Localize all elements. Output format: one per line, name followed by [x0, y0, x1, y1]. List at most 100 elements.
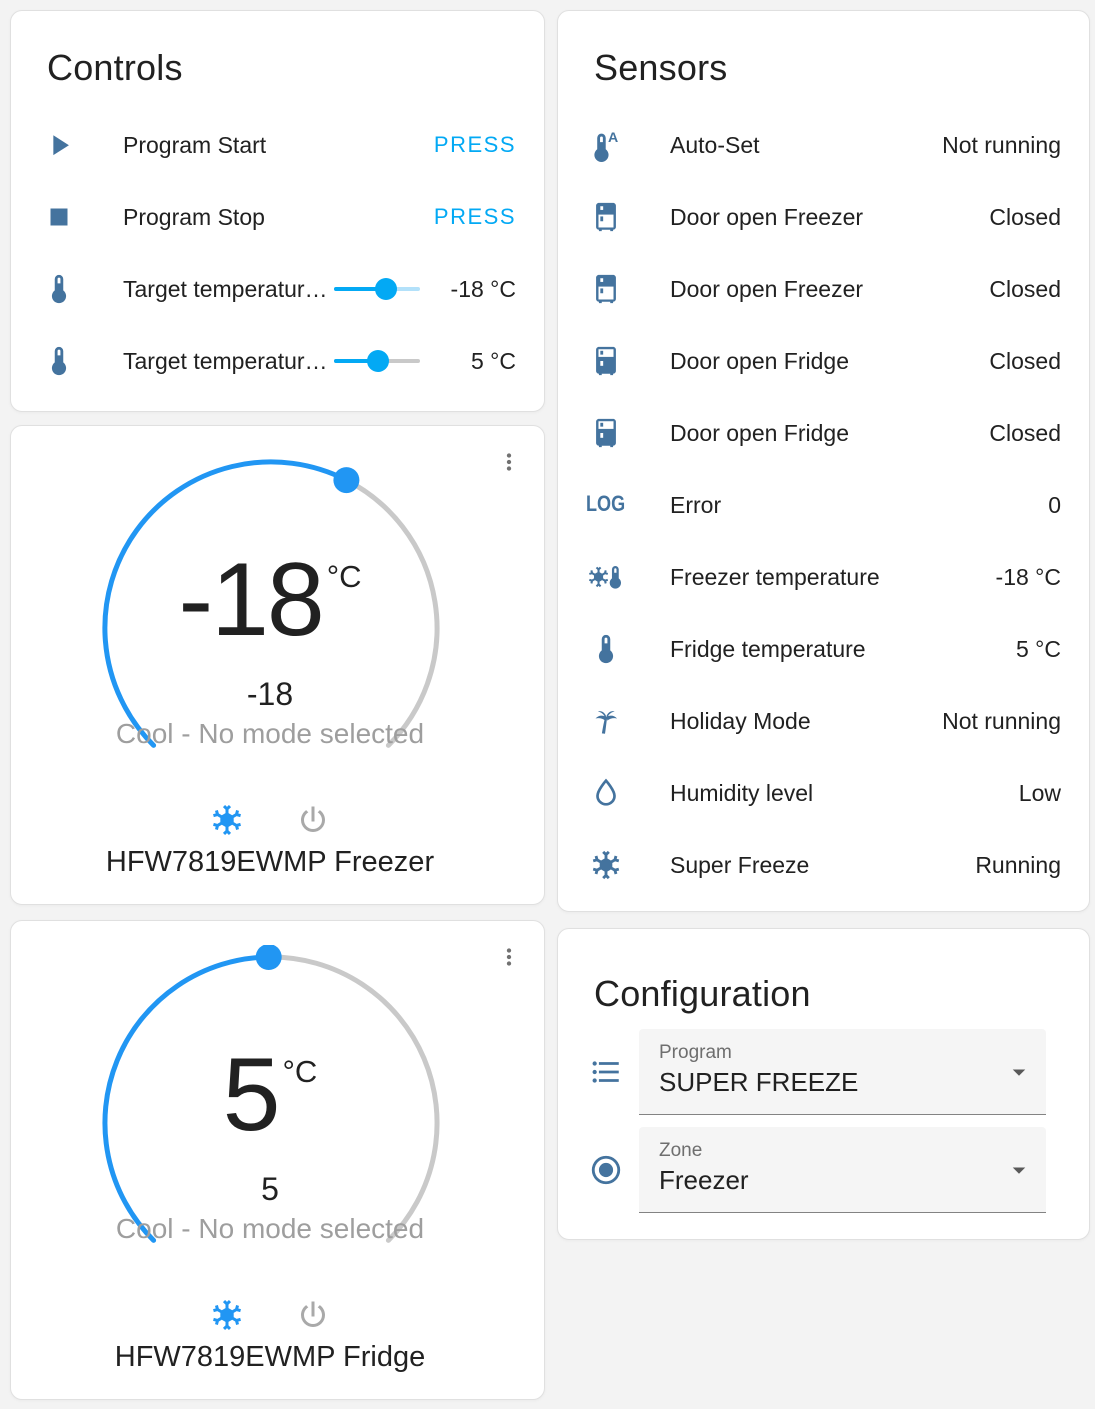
- thermometer-icon: [39, 272, 79, 306]
- current-temperature: -18: [178, 542, 324, 658]
- fridge-top-icon: [586, 200, 626, 234]
- configuration-title: Configuration: [594, 973, 811, 1014]
- sensor-row-error[interactable]: LOG Error 0: [558, 469, 1089, 541]
- control-row-target-temperature-fridge: Target temperatur… 5 °C: [11, 325, 544, 397]
- zone-select[interactable]: Zone Freezer: [639, 1127, 1046, 1213]
- select-label: Program: [659, 1042, 732, 1063]
- configuration-card: Configuration Program SUPER FREEZE Zone …: [557, 928, 1090, 1240]
- sensor-row-holiday-mode[interactable]: Holiday Mode Not running: [558, 685, 1089, 757]
- sensor-value: Not running: [942, 131, 1061, 158]
- radiobox-marked-icon: [586, 1153, 626, 1187]
- temperature-unit: °C: [326, 559, 362, 594]
- sensor-label: Door open Fridge: [670, 419, 849, 446]
- fridge-bottom-icon: [586, 416, 626, 450]
- sensors-card: Sensors Auto-Set Not running Door open F…: [557, 10, 1090, 912]
- sensor-value: 5 °C: [1016, 635, 1061, 662]
- sensor-value: Closed: [989, 203, 1061, 230]
- freezer-thermostat-card: -18 °C -18 Cool - No mode selected HFW78…: [10, 425, 545, 905]
- power-off-icon[interactable]: [291, 1293, 335, 1337]
- sensor-label: Error: [670, 491, 722, 518]
- control-label: Target temperatur…: [123, 275, 328, 302]
- chevron-down-icon[interactable]: [1004, 1155, 1034, 1185]
- dial-knob[interactable]: [333, 467, 360, 494]
- select-label: Zone: [659, 1140, 703, 1161]
- fridge-top-icon: [586, 272, 626, 306]
- sensor-row-freezer-temperature[interactable]: Freezer temperature -18 °C: [558, 541, 1089, 613]
- program-stop-press-button[interactable]: PRESS: [434, 204, 516, 230]
- sensor-label: Freezer temperature: [670, 563, 880, 590]
- program-select[interactable]: Program SUPER FREEZE: [639, 1029, 1046, 1115]
- chevron-down-icon[interactable]: [1004, 1057, 1034, 1087]
- control-label: Program Stop: [123, 203, 265, 230]
- log-icon: LOG: [586, 492, 626, 517]
- cool-mode-snowflake-icon[interactable]: [205, 798, 249, 842]
- cool-mode-snowflake-icon[interactable]: [205, 1293, 249, 1337]
- sensor-row-fridge-temperature[interactable]: Fridge temperature 5 °C: [558, 613, 1089, 685]
- sensor-value: Closed: [989, 275, 1061, 302]
- config-row-zone: Zone Freezer: [558, 1127, 1089, 1213]
- temperature-unit: °C: [282, 1054, 318, 1089]
- control-label: Program Start: [123, 131, 267, 158]
- sensor-value: Not running: [942, 707, 1061, 734]
- power-off-icon[interactable]: [291, 798, 335, 842]
- sensor-row-super-freeze[interactable]: Super Freeze Running: [558, 829, 1089, 901]
- slider-knob[interactable]: [374, 278, 397, 300]
- sensor-label: Door open Freezer: [670, 203, 864, 230]
- sensor-row-auto-set[interactable]: Auto-Set Not running: [558, 109, 1089, 181]
- snowflake-thermometer-icon: [586, 560, 626, 594]
- target-temperature: 5: [261, 1171, 279, 1207]
- hvac-status: Cool - No mode selected: [115, 718, 425, 749]
- control-row-target-temperature-freezer: Target temperatur… -18 °C: [11, 253, 544, 325]
- sensor-label: Door open Fridge: [670, 347, 849, 374]
- select-value: SUPER FREEZE: [659, 1067, 859, 1097]
- control-row-program-start: Program Start PRESS: [11, 109, 544, 181]
- format-list-bulleted-icon: [586, 1055, 626, 1089]
- slider-knob[interactable]: [366, 350, 389, 372]
- sensor-row-door-open-fridge-1[interactable]: Door open Fridge Closed: [558, 325, 1089, 397]
- sensor-label: Super Freeze: [670, 851, 810, 878]
- play-icon: [39, 128, 79, 162]
- stop-icon: [39, 200, 79, 234]
- more-options-icon[interactable]: [494, 446, 524, 480]
- thermometer-auto-icon: [586, 128, 626, 162]
- sensor-value: Closed: [989, 419, 1061, 446]
- dial-knob[interactable]: [255, 945, 282, 970]
- select-value: Freezer: [659, 1165, 749, 1195]
- target-temperature-fridge-slider[interactable]: [334, 350, 420, 372]
- sensor-row-door-open-freezer-2[interactable]: Door open Freezer Closed: [558, 253, 1089, 325]
- sensor-label: Auto-Set: [670, 131, 760, 158]
- control-label: Target temperatur…: [123, 347, 328, 374]
- sensor-value: 0: [1048, 491, 1061, 518]
- water-drop-icon: [586, 776, 626, 810]
- palm-tree-icon: [586, 704, 626, 738]
- sensor-value: Low: [1018, 779, 1061, 806]
- more-options-icon[interactable]: [494, 941, 524, 975]
- sensor-value: -18 °C: [995, 563, 1061, 590]
- thermometer-icon: [586, 632, 626, 666]
- program-start-press-button[interactable]: PRESS: [434, 132, 516, 158]
- fridge-thermostat-card: 5 °C 5 Cool - No mode selected HFW7819EW…: [10, 920, 545, 1400]
- slider-value: 5 °C: [471, 347, 516, 374]
- sensor-row-door-open-freezer-1[interactable]: Door open Freezer Closed: [558, 181, 1089, 253]
- entity-name: HFW7819EWMP Fridge: [114, 1341, 426, 1373]
- controls-title: Controls: [47, 47, 183, 88]
- target-temperature-freezer-slider[interactable]: [334, 278, 420, 300]
- target-temperature: -18: [246, 676, 294, 712]
- hvac-status: Cool - No mode selected: [115, 1213, 425, 1244]
- slider-value: -18 °C: [450, 275, 516, 302]
- sensor-row-humidity-level[interactable]: Humidity level Low: [558, 757, 1089, 829]
- entity-name: HFW7819EWMP Freezer: [105, 846, 435, 878]
- sensor-label: Humidity level: [670, 779, 814, 806]
- control-row-program-stop: Program Stop PRESS: [11, 181, 544, 253]
- sensor-label: Holiday Mode: [670, 707, 811, 734]
- sensor-value: Closed: [989, 347, 1061, 374]
- fridge-bottom-icon: [586, 344, 626, 378]
- sensor-label: Door open Freezer: [670, 275, 864, 302]
- snowflake-icon: [586, 848, 626, 882]
- config-row-program: Program SUPER FREEZE: [558, 1029, 1089, 1115]
- sensor-label: Fridge temperature: [670, 635, 866, 662]
- thermometer-icon: [39, 344, 79, 378]
- controls-card: Controls Program Start PRESS Program Sto…: [10, 10, 545, 412]
- sensor-row-door-open-fridge-2[interactable]: Door open Fridge Closed: [558, 397, 1089, 469]
- sensor-value: Running: [975, 851, 1061, 878]
